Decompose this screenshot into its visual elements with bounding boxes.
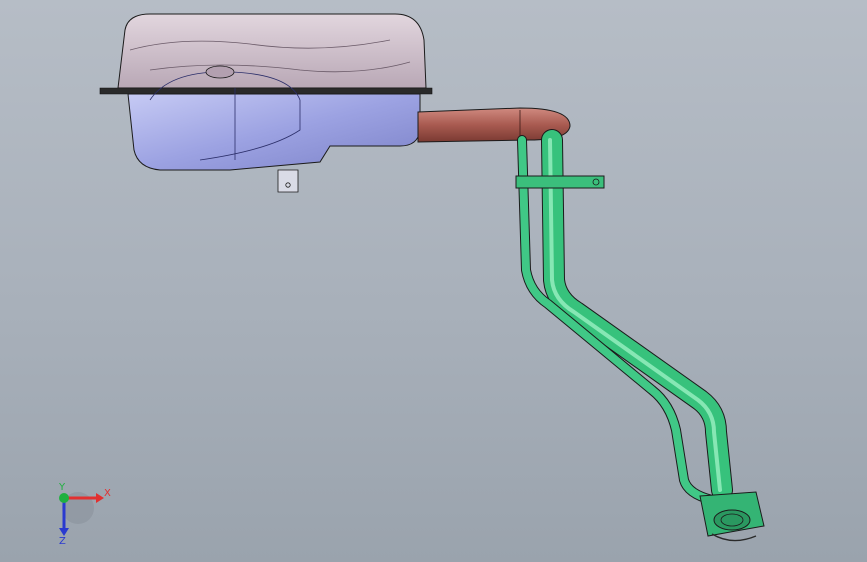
fuel-tank[interactable]: [99, 13, 433, 193]
tank-flange: [99, 87, 433, 95]
tank-upper-shell: [117, 13, 427, 89]
tank-bracket: [277, 169, 299, 193]
axis-triad: X Z Y: [58, 482, 111, 547]
y-axis-dot: [59, 493, 69, 503]
filler-pipe[interactable]: [515, 129, 733, 505]
x-axis-label: X: [104, 488, 111, 499]
filler-neck-opening: [713, 509, 751, 531]
filler-pipe-main-highlight: [548, 138, 722, 492]
cad-viewport[interactable]: [0, 0, 867, 562]
tank-pump-port: [205, 65, 235, 79]
z-axis-head: [59, 528, 69, 536]
pipe-clip: [515, 175, 605, 189]
filler-neck[interactable]: [699, 491, 765, 542]
z-axis-label: Z: [59, 536, 66, 547]
x-axis-head: [96, 493, 104, 503]
filler-neck-cap: [711, 533, 757, 542]
tank-lower-shell: [127, 93, 421, 171]
y-axis-label: Y: [58, 482, 66, 493]
